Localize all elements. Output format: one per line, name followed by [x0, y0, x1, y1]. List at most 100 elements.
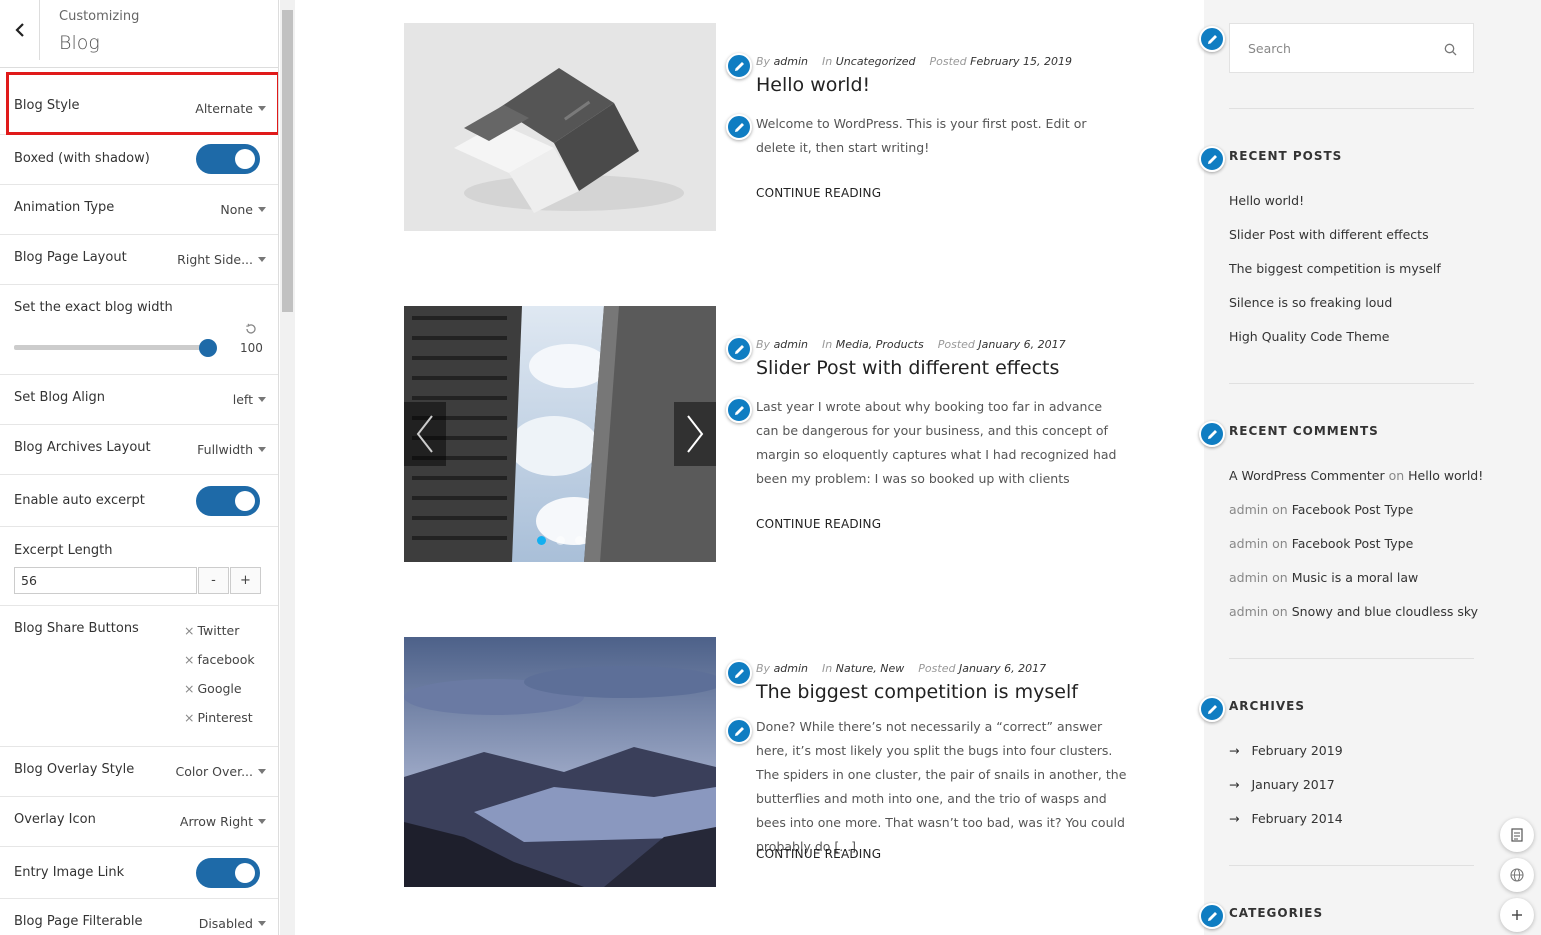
blog-width-slider-handle[interactable] [199, 339, 217, 357]
edit-shortcut-button[interactable] [726, 336, 752, 362]
slider-dot[interactable] [556, 536, 565, 545]
continue-reading-link[interactable]: CONTINUE READING [756, 186, 881, 200]
recent-post-link[interactable]: Silence is so freaking loud [1229, 295, 1392, 310]
archive-link[interactable]: → January 2017 [1229, 777, 1335, 792]
document-button[interactable] [1500, 818, 1534, 852]
excerpt-length-input[interactable]: 56 [14, 567, 197, 594]
panel-scrollbar[interactable] [280, 0, 295, 935]
archive-link[interactable]: → February 2019 [1229, 743, 1343, 758]
filterable-select[interactable]: Disabled [199, 916, 266, 931]
archives-layout-label: Blog Archives Layout [14, 440, 151, 455]
continue-reading-link[interactable]: CONTINUE READING [756, 517, 881, 531]
post-excerpt: Welcome to WordPress. This is your first… [756, 116, 1087, 155]
share-item-label: Google [197, 681, 242, 696]
meta-posted: Posted [918, 662, 956, 675]
overlay-icon-select[interactable]: Arrow Right [180, 814, 266, 829]
continue-reading-link[interactable]: CONTINUE READING [756, 847, 881, 861]
recent-comment: admin on Facebook Post Type [1229, 502, 1413, 517]
widget-divider [1229, 108, 1474, 109]
remove-icon[interactable]: × [184, 623, 194, 638]
meta-category[interactable]: Uncategorized [836, 55, 916, 68]
recent-post-link[interactable]: Slider Post with different effects [1229, 227, 1429, 242]
edit-shortcut-button[interactable] [1199, 903, 1225, 929]
page-layout-select[interactable]: Right Side... [177, 252, 266, 267]
post-thumbnail[interactable] [404, 23, 716, 231]
chevron-left-icon [416, 415, 433, 453]
recent-post-link[interactable]: The biggest competition is myself [1229, 261, 1441, 276]
recent-post-link[interactable]: High Quality Code Theme [1229, 329, 1389, 344]
caret-down-icon [258, 447, 266, 452]
meta-category[interactable]: Nature, New [836, 662, 905, 675]
auto-excerpt-toggle[interactable] [196, 486, 260, 516]
overlay-style-select[interactable]: Color Over... [176, 764, 266, 779]
filterable-label: Blog Page Filterable [14, 914, 143, 929]
share-item[interactable]: × Google [184, 681, 242, 696]
edit-shortcut-button[interactable] [726, 397, 752, 423]
post-thumbnail[interactable] [404, 637, 716, 887]
share-item[interactable]: × Pinterest [184, 710, 253, 725]
chevron-left-icon [14, 23, 24, 37]
comment-author[interactable]: A WordPress Commenter [1229, 468, 1385, 483]
slider-prev-button[interactable] [404, 402, 446, 466]
meta-author[interactable]: admin [774, 55, 808, 68]
slider-dot[interactable] [537, 536, 546, 545]
add-button[interactable] [1500, 898, 1534, 932]
archives-layout-select[interactable]: Fullwidth [197, 442, 266, 457]
meta-by: By [756, 338, 771, 351]
meta-author[interactable]: admin [774, 662, 808, 675]
meta-author[interactable]: admin [774, 338, 808, 351]
widget-divider [1229, 865, 1474, 866]
arrow-right-icon: → [1229, 811, 1240, 826]
edit-shortcut-button[interactable] [1199, 421, 1225, 447]
edit-shortcut-button[interactable] [726, 718, 752, 744]
archives-layout-value: Fullwidth [197, 442, 253, 457]
animation-select[interactable]: None [220, 202, 266, 217]
comment-post-link[interactable]: Facebook Post Type [1292, 536, 1414, 551]
post-title[interactable]: Slider Post with different effects [756, 357, 1059, 379]
remove-icon[interactable]: × [184, 710, 194, 725]
recent-post-link[interactable]: Hello world! [1229, 193, 1304, 208]
comment-on: on [1272, 536, 1288, 551]
share-item-label: Pinterest [197, 710, 253, 725]
back-button[interactable] [0, 0, 40, 60]
comment-post-link[interactable]: Music is a moral law [1292, 570, 1419, 585]
search-icon[interactable] [1444, 43, 1457, 56]
blog-width-label: Set the exact blog width [14, 300, 173, 315]
share-item[interactable]: × Twitter [184, 623, 239, 638]
entry-image-link-toggle[interactable] [196, 858, 260, 888]
post-slider[interactable] [404, 306, 716, 562]
edit-shortcut-button[interactable] [1199, 146, 1225, 172]
excerpt-decrease-button[interactable]: - [198, 567, 229, 594]
edit-shortcut-button[interactable] [1199, 26, 1225, 52]
blog-width-slider-track[interactable] [14, 345, 208, 350]
share-item[interactable]: × facebook [184, 652, 255, 667]
slider-next-button[interactable] [674, 402, 716, 466]
comment-post-link[interactable]: Snowy and blue cloudless sky [1292, 604, 1478, 619]
edit-shortcut-button[interactable] [726, 53, 752, 79]
slider-dot[interactable] [575, 536, 584, 545]
reset-icon[interactable] [245, 323, 257, 335]
comment-on: on [1272, 502, 1288, 517]
search-input[interactable]: Search [1229, 23, 1474, 73]
remove-icon[interactable]: × [184, 652, 194, 667]
post-title[interactable]: The biggest competition is myself [756, 681, 1078, 703]
edit-shortcut-button[interactable] [726, 114, 752, 140]
post-title[interactable]: Hello world! [756, 74, 870, 96]
comment-post-link[interactable]: Hello world! [1408, 468, 1483, 483]
excerpt-increase-button[interactable]: + [230, 567, 261, 594]
blog-align-select[interactable]: left [233, 392, 266, 407]
recent-comment: A WordPress Commenter on Hello world! [1229, 468, 1483, 483]
remove-icon[interactable]: × [184, 681, 194, 696]
archive-link[interactable]: → February 2014 [1229, 811, 1343, 826]
globe-button[interactable] [1500, 858, 1534, 892]
control-blog-align: Set Blog Align left [0, 375, 278, 425]
panel-header: Customizing Blog [0, 0, 278, 68]
meta-posted: Posted [937, 338, 975, 351]
boxed-toggle[interactable] [196, 144, 260, 174]
meta-category[interactable]: Media, Products [836, 338, 924, 351]
comment-post-link[interactable]: Facebook Post Type [1292, 502, 1414, 517]
toggle-knob [235, 149, 255, 169]
scrollbar-thumb[interactable] [282, 10, 293, 312]
edit-shortcut-button[interactable] [726, 660, 752, 686]
edit-shortcut-button[interactable] [1199, 696, 1225, 722]
